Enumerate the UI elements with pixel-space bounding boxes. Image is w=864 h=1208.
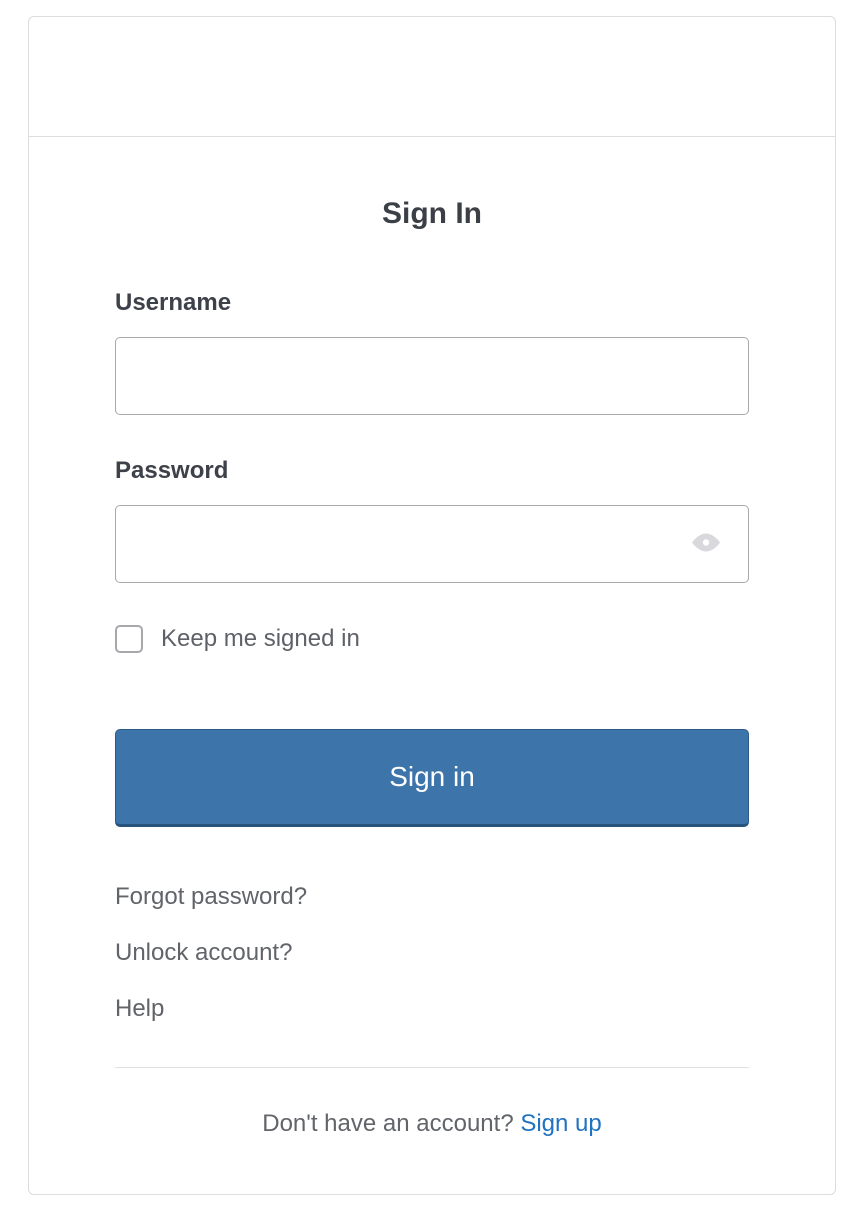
page-title: Sign In: [115, 197, 749, 231]
signin-button[interactable]: Sign in: [115, 729, 749, 827]
card-body: Sign In Username Password: [29, 137, 835, 1194]
toggle-password-visibility-button[interactable]: [683, 525, 729, 564]
divider: [115, 1067, 749, 1068]
password-group: Password: [115, 457, 749, 583]
unlock-account-link[interactable]: Unlock account?: [115, 939, 749, 967]
username-group: Username: [115, 289, 749, 415]
username-label: Username: [115, 289, 749, 317]
signup-prompt: Don't have an account?: [262, 1110, 513, 1137]
auxiliary-links: Forgot password? Unlock account? Help: [115, 883, 749, 1023]
keep-signed-in-row: Keep me signed in: [115, 625, 749, 653]
keep-signed-in-label[interactable]: Keep me signed in: [161, 625, 360, 653]
eye-icon: [689, 531, 723, 558]
password-label: Password: [115, 457, 749, 485]
password-wrapper: [115, 505, 749, 583]
signup-link[interactable]: Sign up: [520, 1110, 601, 1137]
password-input[interactable]: [115, 505, 749, 583]
signup-row: Don't have an account? Sign up: [115, 1110, 749, 1138]
signin-card: Sign In Username Password: [28, 16, 836, 1195]
card-header: [29, 17, 835, 137]
help-link[interactable]: Help: [115, 995, 749, 1023]
forgot-password-link[interactable]: Forgot password?: [115, 883, 749, 911]
keep-signed-in-checkbox[interactable]: [115, 625, 143, 653]
username-input[interactable]: [115, 337, 749, 415]
